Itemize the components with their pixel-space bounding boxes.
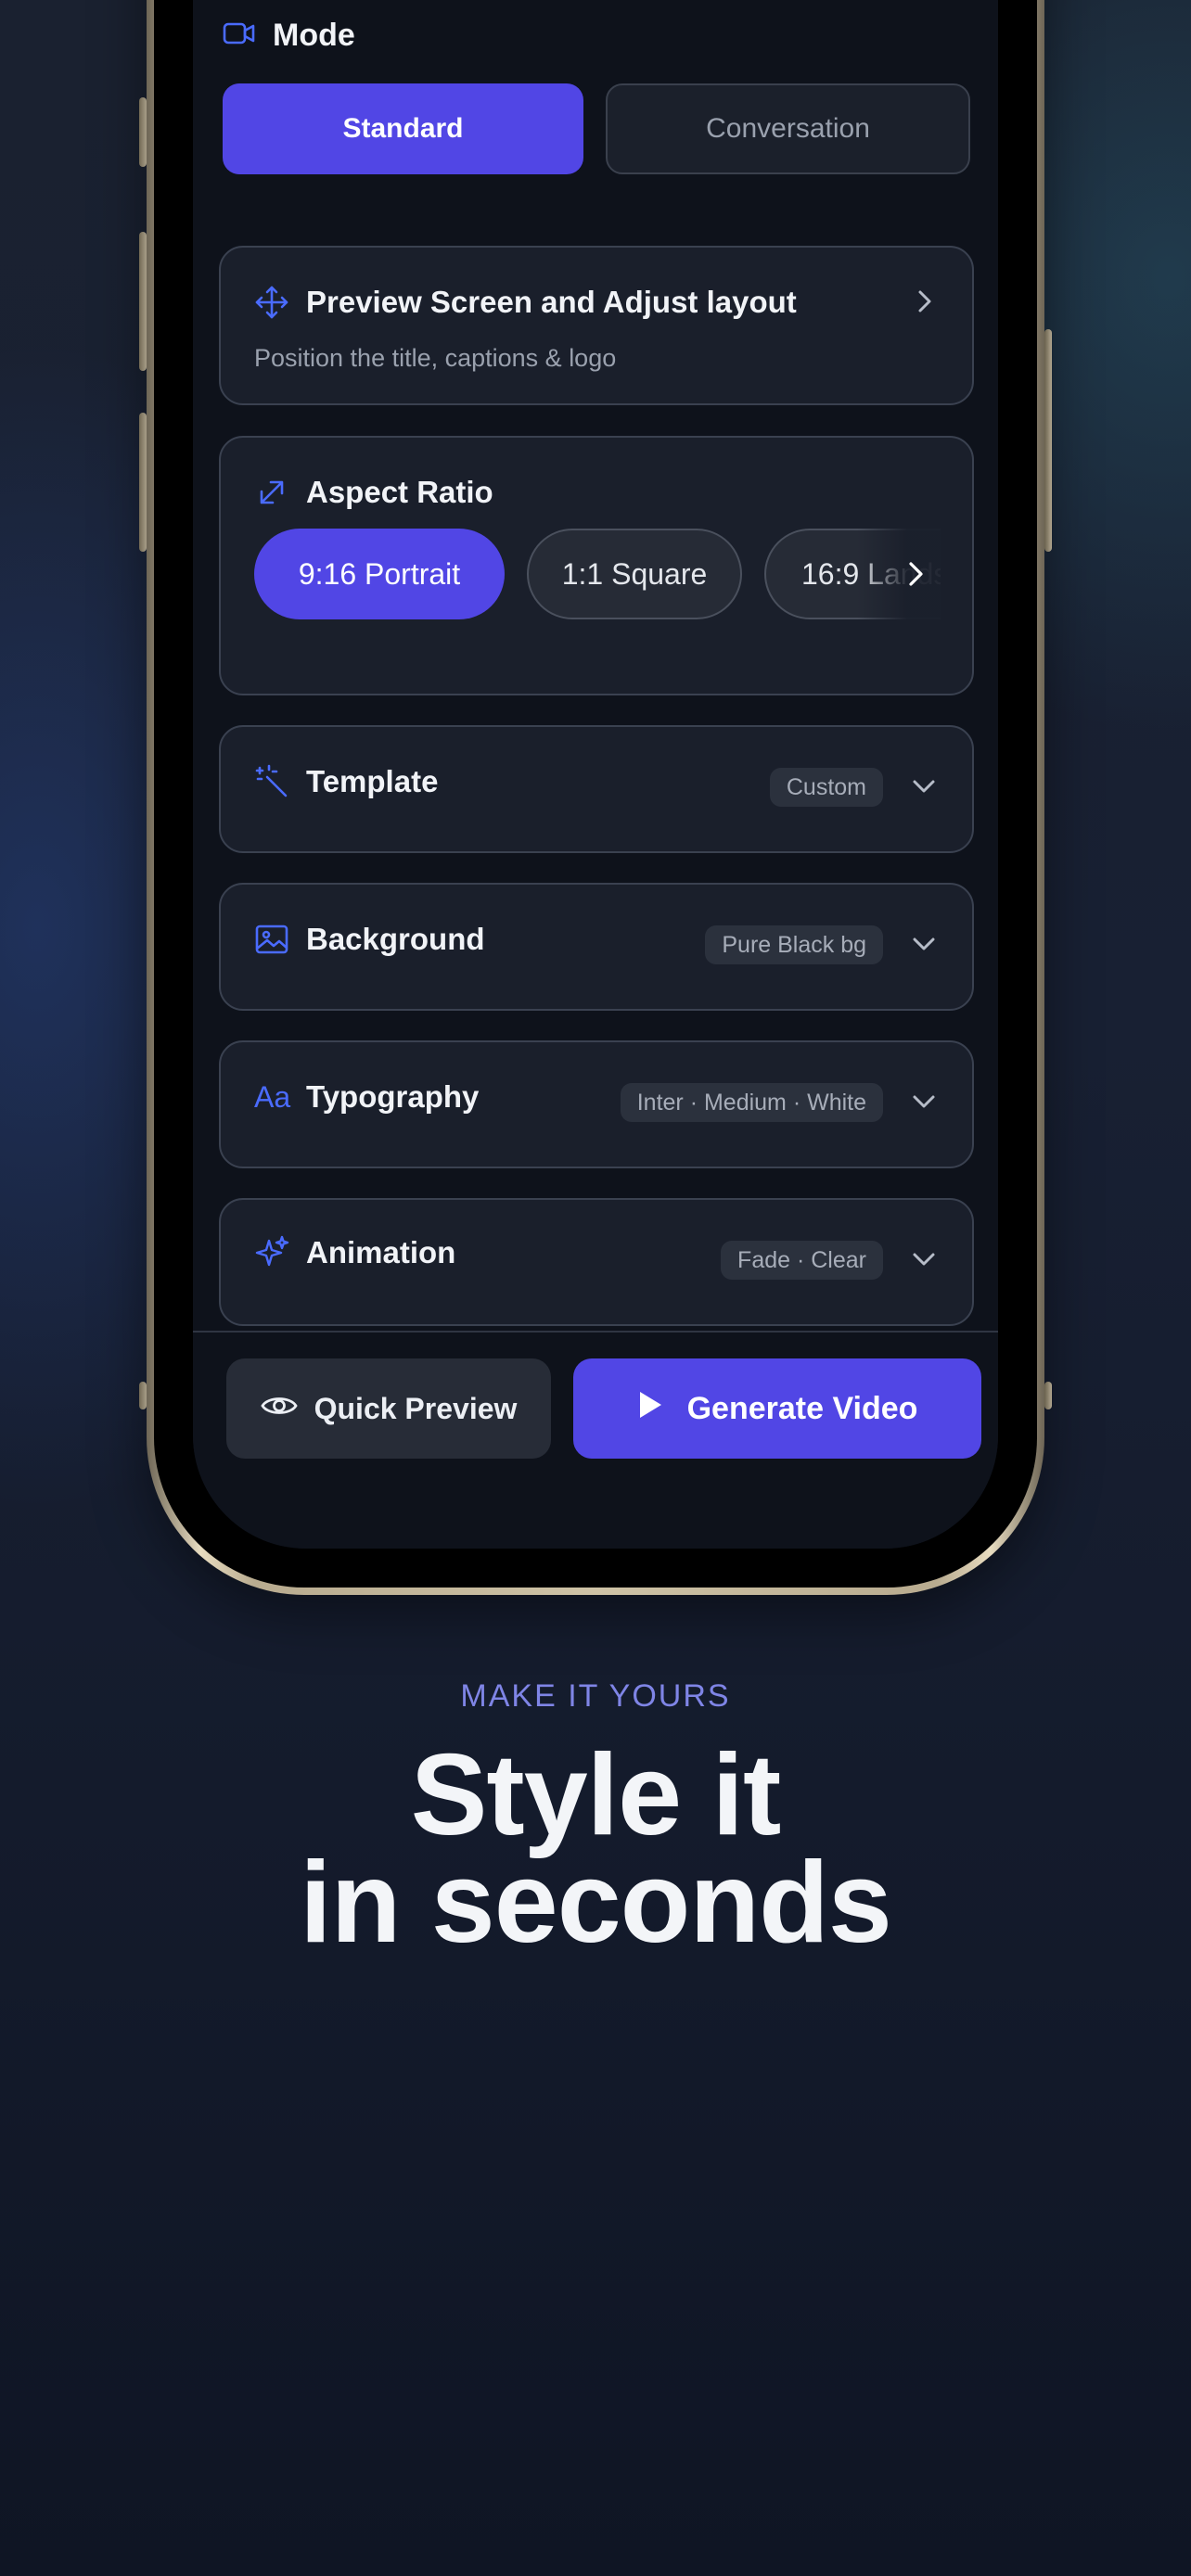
font-icon: Aa	[254, 1080, 291, 1114]
phone-volume-down-button	[139, 413, 147, 552]
aspect-ratio-options: 9:16 Portrait 1:1 Square 16:9 Landscape	[254, 529, 941, 621]
phone-action-button	[139, 97, 147, 167]
animation-title: Animation	[306, 1235, 456, 1269]
ratio-square-button[interactable]: 1:1 Square	[527, 529, 742, 619]
headline: Style it in seconds	[0, 1731, 1191, 1967]
chevron-down-icon	[909, 772, 939, 801]
chevron-down-icon	[909, 1087, 939, 1116]
video-camera-icon	[223, 21, 256, 50]
background-card[interactable]: Background Pure Black bg	[219, 883, 974, 1011]
ratio-portrait-button[interactable]: 9:16 Portrait	[254, 529, 505, 619]
background-title: Background	[306, 922, 485, 956]
typography-value-badge: Inter · Medium · White	[620, 1083, 883, 1122]
image-icon	[254, 922, 289, 957]
background-value-badge: Pure Black bg	[705, 925, 883, 964]
aspect-ratio-title: Aspect Ratio	[306, 475, 493, 509]
magic-wand-icon	[254, 764, 289, 799]
template-card[interactable]: Template Custom	[219, 725, 974, 853]
template-value-badge: Custom	[769, 768, 883, 807]
move-arrows-icon	[254, 285, 289, 320]
phone-bezel: Mode Standard Conversation Preview Scree…	[154, 0, 1037, 1588]
generate-video-label: Generate Video	[686, 1390, 918, 1426]
preview-card-subtitle: Position the title, captions & logo	[254, 344, 617, 372]
phone-frame: Mode Standard Conversation Preview Scree…	[147, 0, 1044, 1595]
mode-label: Mode	[273, 17, 355, 53]
sparkles-icon	[254, 1235, 289, 1270]
phone-antenna-band-right	[1044, 1382, 1052, 1409]
mode-header: Mode	[223, 17, 355, 54]
aspect-ratio-card: Aspect Ratio 9:16 Portrait 1:1 Square 16…	[219, 436, 974, 695]
play-icon	[637, 1390, 663, 1428]
typography-title: Typography	[306, 1079, 480, 1114]
expand-diagonal-icon	[254, 475, 289, 510]
eye-icon	[260, 1392, 298, 1426]
phone-antenna-band-left	[139, 1382, 147, 1409]
eyebrow-text: MAKE IT YOURS	[460, 1678, 731, 1714]
mode-standard-button[interactable]: Standard	[223, 83, 583, 174]
app-screen: Mode Standard Conversation Preview Scree…	[193, 0, 998, 1549]
chevron-down-icon	[909, 929, 939, 959]
chevron-down-icon	[909, 1244, 939, 1274]
preview-card-title: Preview Screen and Adjust layout	[306, 285, 797, 319]
typography-card[interactable]: Aa Typography Inter · Medium · White	[219, 1040, 974, 1168]
animation-value-badge: Fade · Clear	[721, 1241, 883, 1280]
phone-volume-up-button	[139, 232, 147, 371]
headline-line-1: Style it	[410, 1731, 782, 1859]
chevron-right-icon[interactable]	[900, 558, 931, 590]
quick-preview-button[interactable]: Quick Preview	[226, 1358, 551, 1459]
quick-preview-label: Quick Preview	[314, 1391, 518, 1425]
mode-segmented-control: Standard Conversation	[223, 83, 970, 174]
phone-side-button	[1044, 329, 1052, 552]
mode-conversation-button[interactable]: Conversation	[606, 83, 970, 174]
preview-layout-card[interactable]: Preview Screen and Adjust layout Positio…	[219, 246, 974, 405]
headline-line-2: in seconds	[300, 1839, 892, 1967]
bottom-bar-divider	[193, 1331, 998, 1333]
animation-card[interactable]: Animation Fade · Clear	[219, 1198, 974, 1326]
generate-video-button[interactable]: Generate Video	[573, 1358, 981, 1459]
template-title: Template	[306, 764, 439, 798]
chevron-right-icon	[909, 287, 939, 316]
